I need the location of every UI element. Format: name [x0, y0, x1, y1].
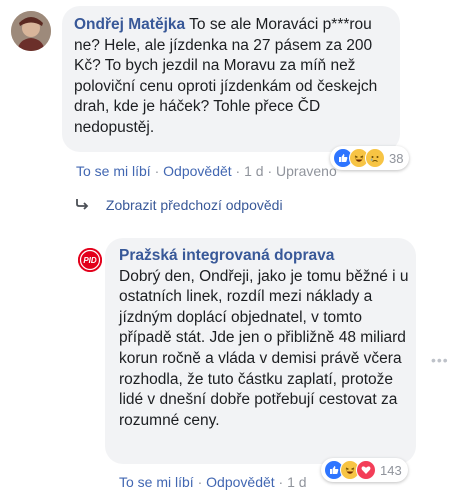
comment-body: Ondřej Matějka To se ale Moraváci p***ro…	[74, 15, 399, 139]
reaction-count: 143	[380, 462, 402, 478]
reply-link[interactable]: Odpovědět	[163, 163, 232, 179]
view-previous-replies-label: Zobrazit předchozí odpovědi	[105, 197, 283, 213]
reply-body: Pražská integrovaná doprava Dobrý den, On…	[119, 246, 409, 431]
love-icon	[356, 460, 376, 480]
separator: ·	[235, 163, 245, 179]
separator: ·	[278, 474, 288, 490]
reactions-summary[interactable]: 38	[330, 146, 410, 170]
pid-logo-avatar[interactable]: PID	[78, 248, 102, 272]
logo-text: PID	[83, 256, 97, 265]
separator: ·	[197, 474, 207, 490]
separator: ·	[267, 163, 277, 179]
like-link[interactable]: To se mi líbí	[76, 163, 151, 179]
reaction-count: 38	[389, 150, 404, 166]
reply-link[interactable]: Odpovědět	[206, 474, 275, 490]
comment-text: To se ale Moraváci p***rou ne? Hele, ale…	[74, 16, 378, 136]
like-link[interactable]: To se mi líbí	[119, 474, 194, 490]
reply-actions: To se mi líbí · Odpovědět · 1 d	[119, 474, 307, 490]
comment-author-link[interactable]: Ondřej Matějka	[74, 16, 185, 33]
view-previous-replies-link[interactable]: Zobrazit předchozí odpovědi	[76, 197, 283, 213]
reply-text: Dobrý den, Ondřeji, jako je tomu běžné i…	[119, 267, 409, 429]
comment-actions: To se mi líbí · Odpovědět · 1 d · Uprave…	[76, 163, 337, 179]
reply-author-link[interactable]: Pražská integrovaná doprava	[119, 246, 409, 267]
more-options-icon[interactable]: •••	[431, 352, 449, 368]
separator: ·	[154, 163, 164, 179]
reactions-summary[interactable]: 143	[321, 458, 408, 482]
edited-label[interactable]: Upraveno	[276, 163, 337, 179]
reply-arrow-icon	[76, 197, 90, 213]
sad-icon	[365, 148, 385, 168]
timestamp[interactable]: 1 d	[287, 474, 306, 490]
avatar[interactable]	[11, 11, 51, 51]
timestamp[interactable]: 1 d	[244, 163, 263, 179]
